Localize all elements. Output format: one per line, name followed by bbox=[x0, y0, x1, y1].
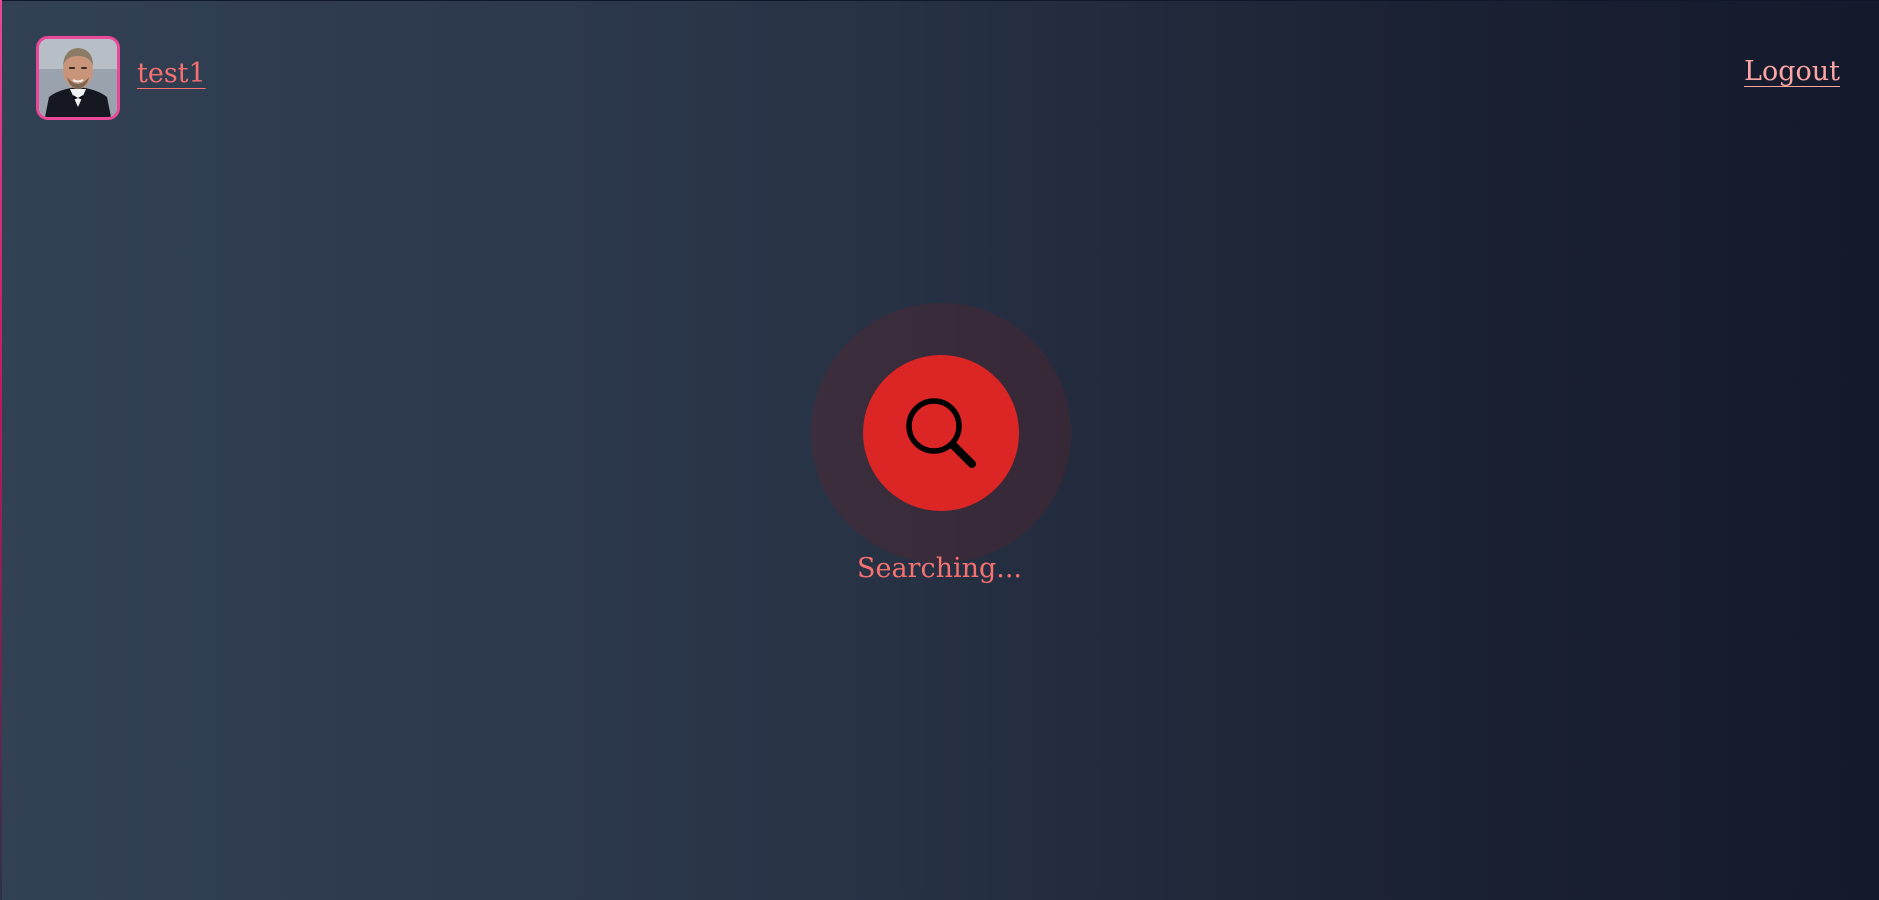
avatar-photo bbox=[39, 39, 117, 117]
username-link[interactable]: test1 bbox=[137, 58, 206, 89]
avatar[interactable] bbox=[36, 36, 120, 120]
top-bar: test1 Logout bbox=[0, 0, 1879, 130]
user-profile: test1 bbox=[36, 36, 206, 120]
logout-link[interactable]: Logout bbox=[1744, 56, 1840, 87]
search-icon bbox=[906, 398, 976, 468]
search-indicator bbox=[811, 303, 1071, 563]
search-button[interactable] bbox=[863, 355, 1019, 511]
search-status-text: Searching... bbox=[856, 553, 1023, 584]
left-accent-border bbox=[0, 0, 2, 900]
